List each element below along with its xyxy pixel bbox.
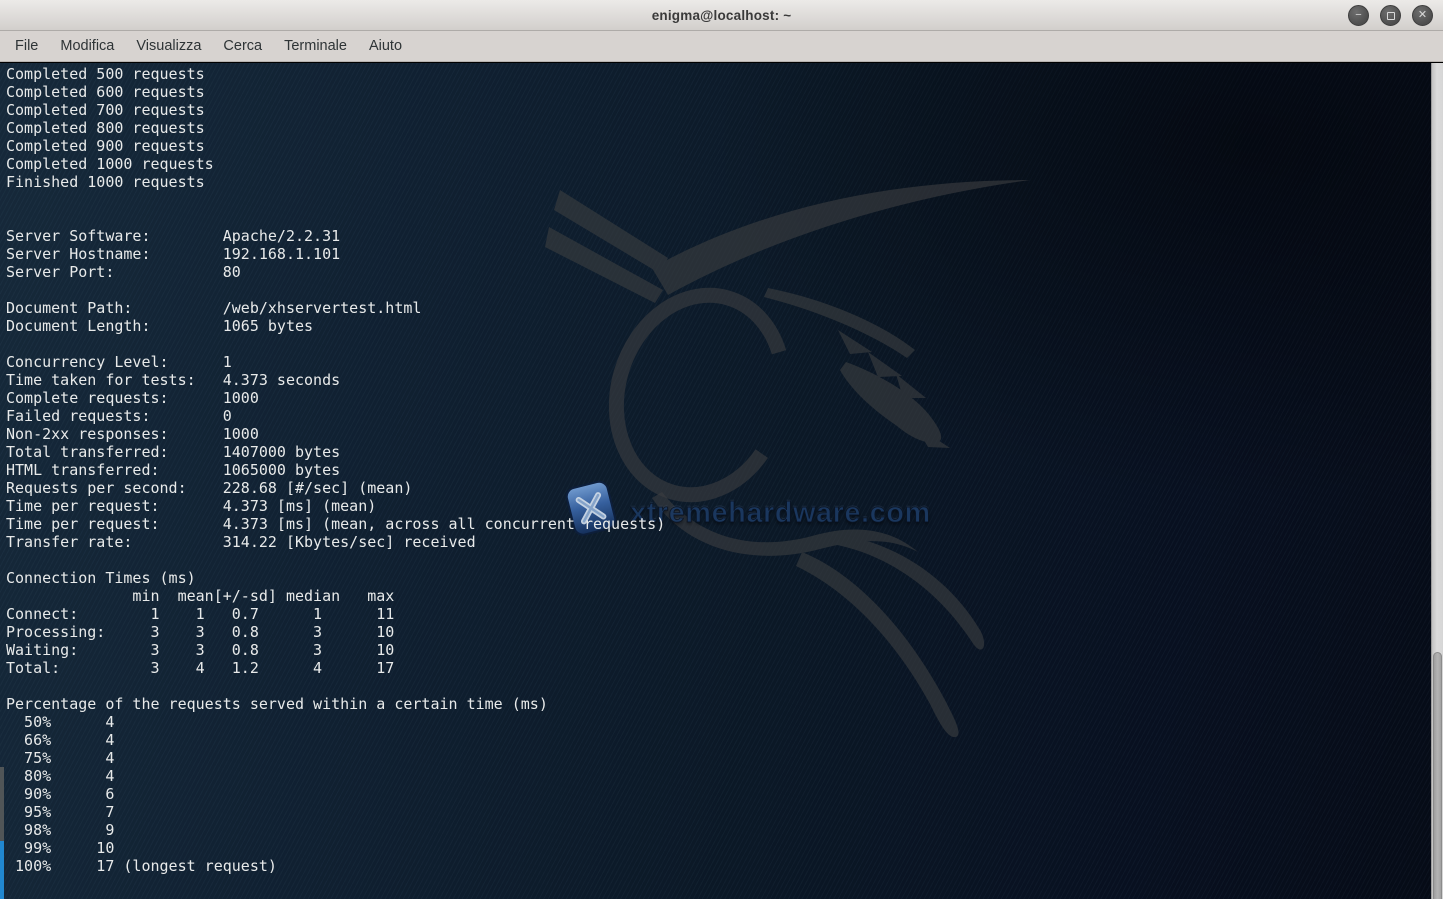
edge-stripe-gray [0, 767, 4, 841]
terminal-output: Completed 500 requests Completed 600 req… [0, 63, 1429, 875]
close-button[interactable]: ✕ [1412, 5, 1433, 26]
window-title: enigma@localhost: ~ [0, 0, 1443, 31]
terminal-window: enigma@localhost: ~ − ✕ File Modifica Vi… [0, 0, 1443, 899]
scrollbar-track[interactable] [1431, 63, 1443, 899]
maximize-button[interactable] [1380, 5, 1401, 26]
edge-stripe-blue [0, 841, 4, 899]
close-icon: ✕ [1418, 10, 1427, 21]
window-controls: − ✕ [1348, 0, 1433, 31]
menu-terminale[interactable]: Terminale [273, 31, 358, 62]
menu-aiuto[interactable]: Aiuto [358, 31, 413, 62]
maximize-icon [1387, 12, 1395, 20]
menu-modifica[interactable]: Modifica [49, 31, 125, 62]
terminal-screen[interactable]: xtremehardware.com Completed 500 request… [0, 63, 1443, 899]
titlebar[interactable]: enigma@localhost: ~ − ✕ [0, 0, 1443, 31]
menu-visualizza[interactable]: Visualizza [125, 31, 212, 62]
scrollbar-thumb[interactable] [1433, 652, 1442, 899]
minimize-icon: − [1355, 10, 1361, 21]
minimize-button[interactable]: − [1348, 5, 1369, 26]
menu-cerca[interactable]: Cerca [212, 31, 273, 62]
menu-file[interactable]: File [4, 31, 49, 62]
menubar: File Modifica Visualizza Cerca Terminale… [0, 31, 1443, 62]
